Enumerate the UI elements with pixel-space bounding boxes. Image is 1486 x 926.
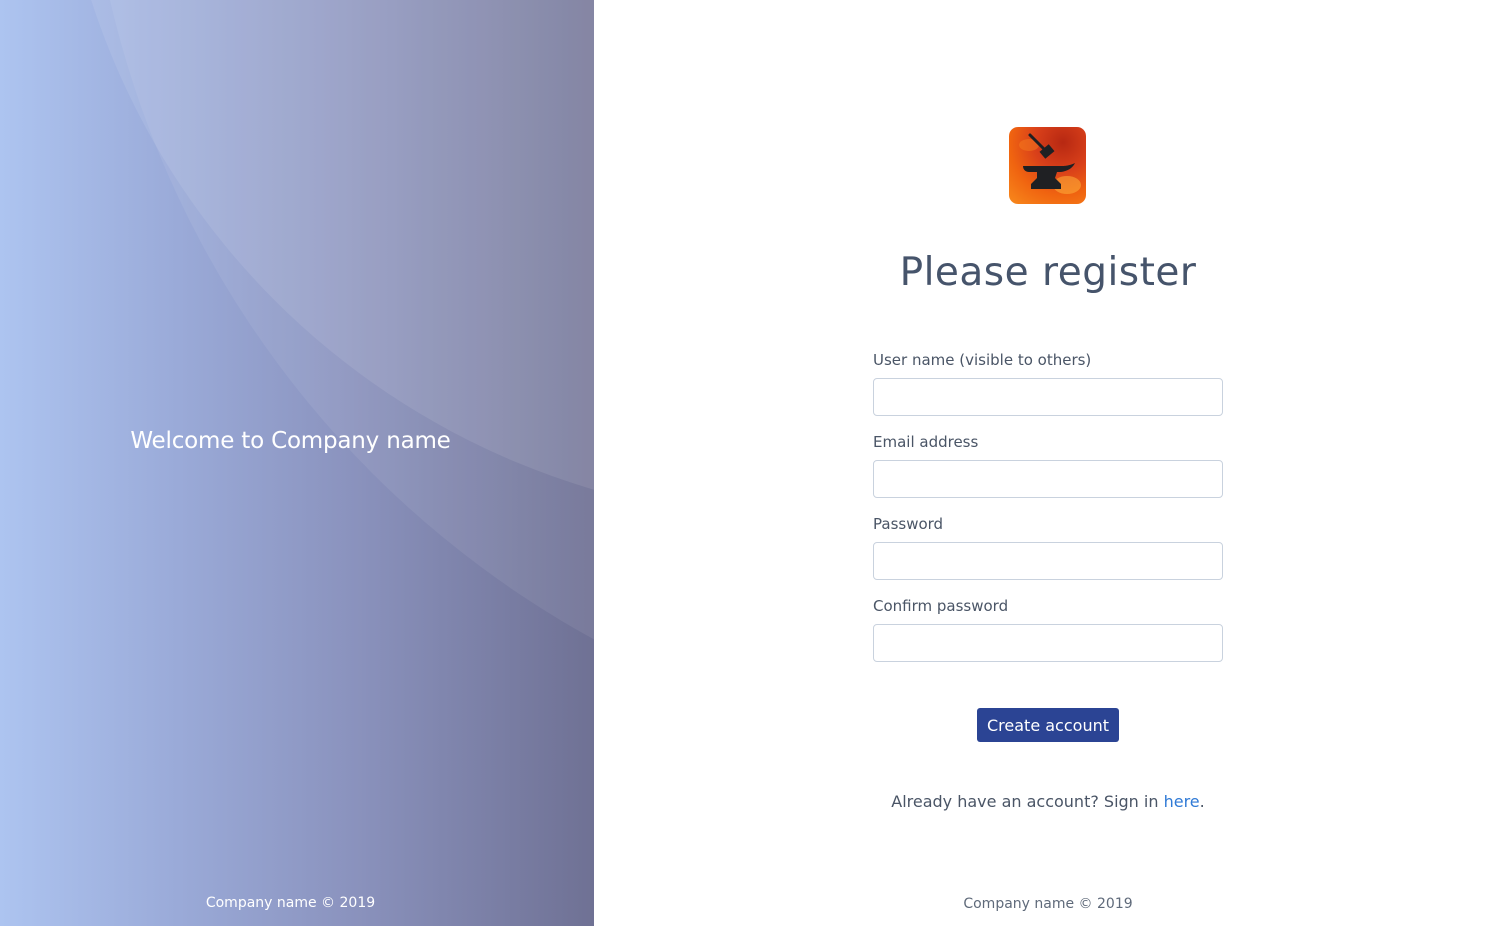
signin-prompt: Already have an account? Sign in here. — [594, 792, 1486, 811]
page-title: Please register — [899, 250, 1197, 295]
welcome-heading: Welcome to Company name — [130, 428, 451, 454]
email-label: Email address — [873, 433, 979, 451]
confirm-password-input[interactable] — [873, 624, 1223, 662]
register-form-panel: Please register User name (visible to ot… — [594, 0, 1486, 926]
anvil-hammer-icon — [1009, 127, 1086, 204]
signin-link[interactable]: here — [1164, 792, 1200, 811]
password-group: Password — [873, 514, 1223, 580]
right-footer-copyright: Company name © 2019 — [963, 896, 1133, 912]
left-footer-copyright: Company name © 2019 — [205, 895, 376, 911]
password-input[interactable] — [873, 542, 1223, 580]
create-account-button[interactable]: Create account — [977, 708, 1119, 742]
username-input[interactable] — [873, 378, 1223, 416]
username-group: User name (visible to others) — [873, 350, 1223, 416]
email-group: Email address — [873, 432, 1223, 498]
register-page: Welcome to Company name Company name © 2… — [0, 0, 1486, 926]
welcome-panel: Welcome to Company name Company name © 2… — [0, 0, 594, 926]
signin-prefix-text: Already have an account? Sign in — [891, 792, 1164, 811]
email-input[interactable] — [873, 460, 1223, 498]
signin-suffix-text: . — [1199, 792, 1205, 811]
confirm-password-group: Confirm password — [873, 596, 1223, 662]
password-label: Password — [873, 515, 944, 533]
username-label: User name (visible to others) — [873, 351, 1092, 369]
confirm-password-label: Confirm password — [873, 597, 1009, 615]
